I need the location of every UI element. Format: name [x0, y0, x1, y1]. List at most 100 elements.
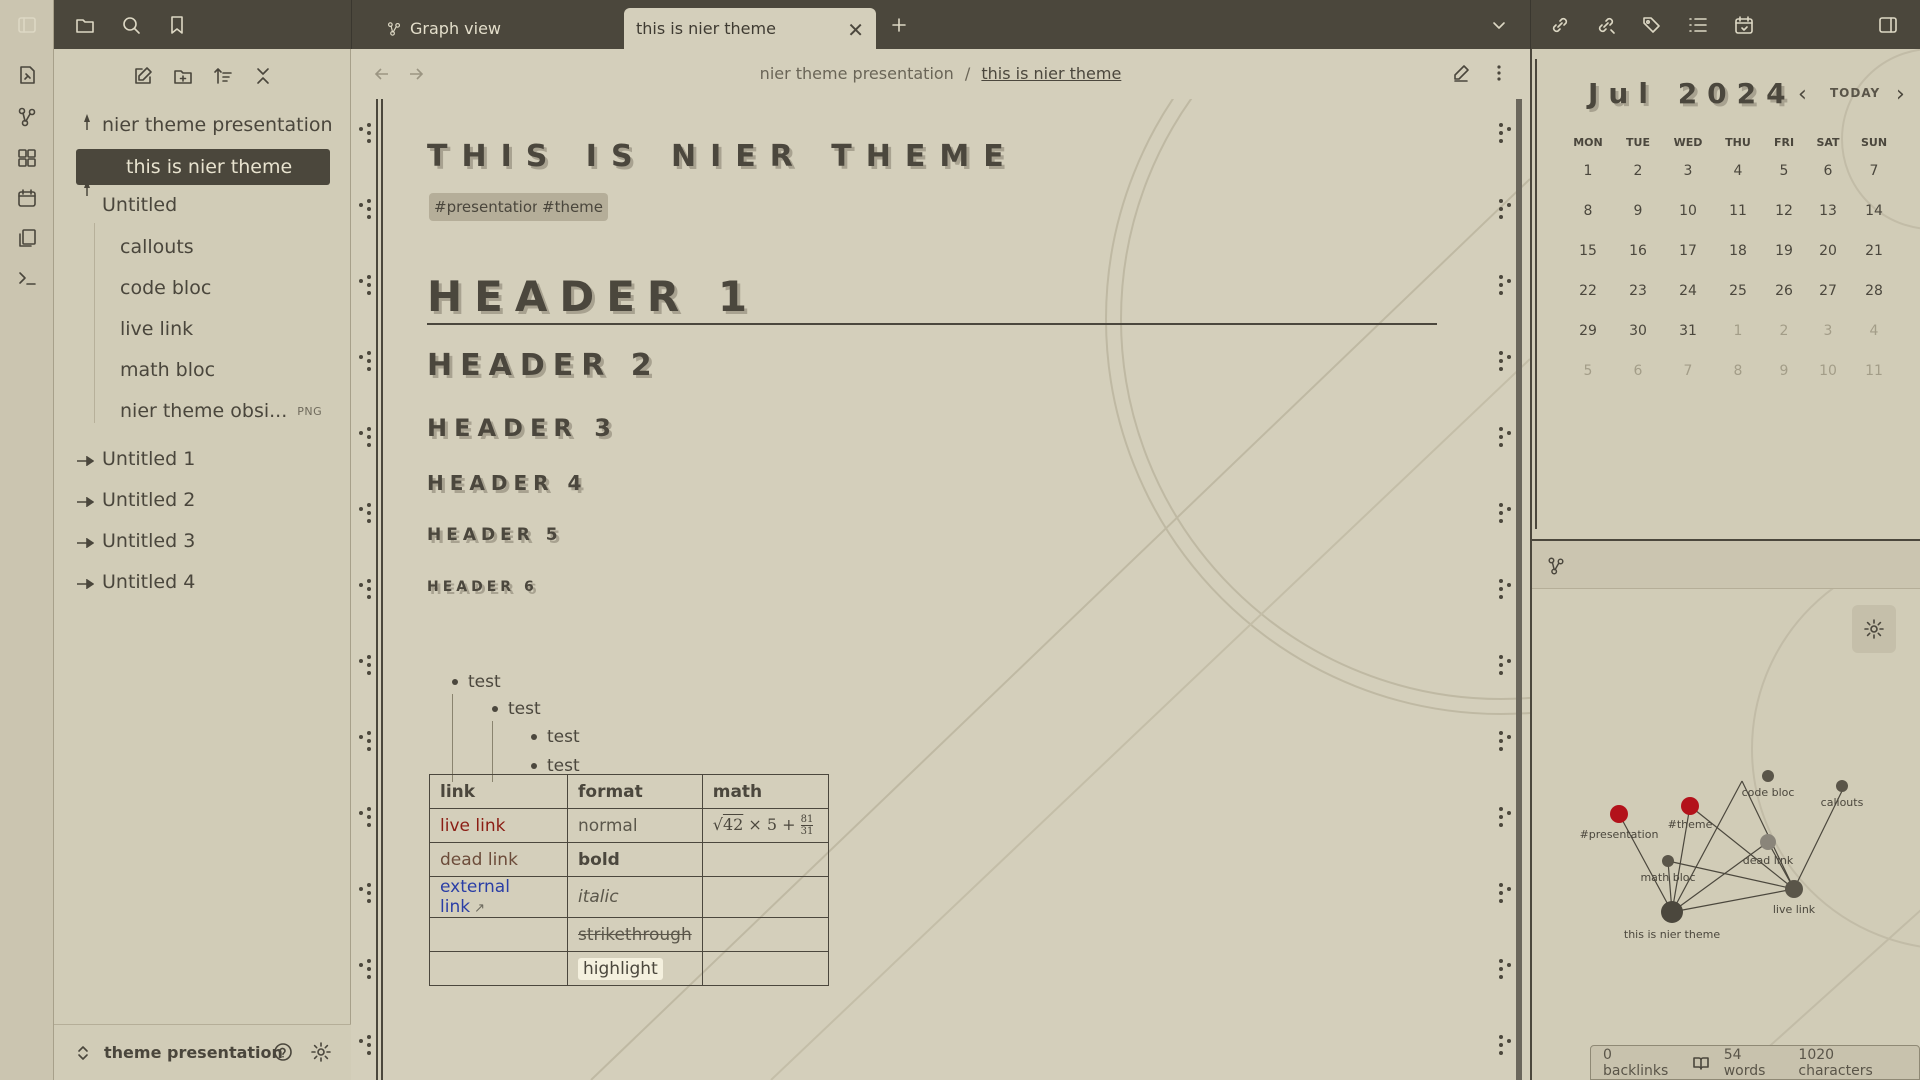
calendar-day[interactable]: 2 — [1762, 323, 1806, 339]
help-icon[interactable] — [272, 1041, 294, 1063]
tag-theme[interactable]: #theme — [537, 193, 609, 221]
calendar-day[interactable]: 30 — [1616, 323, 1660, 339]
calendar-day[interactable]: 11 — [1852, 363, 1896, 379]
collapse-all-icon[interactable] — [250, 63, 276, 89]
calendar-day[interactable]: 5 — [1566, 363, 1610, 379]
toggle-left-sidebar-icon[interactable] — [14, 12, 40, 38]
calendar-today-button[interactable]: TODAY — [1830, 86, 1880, 100]
graph-node[interactable] — [1662, 855, 1674, 867]
graph-node[interactable] — [1762, 770, 1774, 782]
calendar-day[interactable]: 4 — [1852, 323, 1896, 339]
dead-link[interactable]: dead link — [440, 850, 518, 870]
calendar-day[interactable]: 5 — [1762, 163, 1806, 179]
new-folder-icon[interactable] — [170, 63, 196, 89]
vault-chevrons-icon[interactable] — [76, 1045, 90, 1061]
file-this-is-nier-theme[interactable]: this is nier theme — [76, 149, 330, 185]
calendar-icon[interactable] — [1731, 12, 1757, 38]
toggle-right-sidebar-icon[interactable] — [1875, 12, 1901, 38]
reading-view-icon[interactable] — [1692, 1055, 1710, 1071]
templates-icon[interactable] — [14, 225, 40, 251]
tags-icon[interactable] — [1639, 12, 1665, 38]
calendar-day[interactable]: 19 — [1762, 243, 1806, 259]
calendar-day[interactable]: 16 — [1616, 243, 1660, 259]
calendar-day[interactable]: 9 — [1762, 363, 1806, 379]
calendar-day[interactable]: 6 — [1806, 163, 1850, 179]
calendar-prev-icon[interactable]: ‹ — [1798, 82, 1807, 107]
backlink-count[interactable]: 0 backlinks — [1603, 1047, 1678, 1079]
calendar-day[interactable]: 26 — [1762, 283, 1806, 299]
folder-untitled[interactable]: Untitled — [102, 188, 177, 222]
file-nier-theme-obsi[interactable]: nier theme obsi... PNG — [120, 394, 322, 428]
document-scrollbar[interactable] — [1516, 99, 1522, 1080]
new-tab-icon[interactable] — [886, 12, 912, 38]
folder-untitled-4[interactable]: Untitled 4 — [102, 565, 195, 599]
calendar-day[interactable]: 10 — [1666, 203, 1710, 219]
daily-note-icon[interactable] — [14, 185, 40, 211]
files-icon[interactable] — [72, 12, 98, 38]
file-live-link[interactable]: live link — [120, 312, 193, 346]
calendar-day[interactable]: 27 — [1806, 283, 1850, 299]
graph-node[interactable] — [1661, 901, 1683, 923]
file-callouts[interactable]: callouts — [120, 230, 194, 264]
outline-icon[interactable] — [1685, 12, 1711, 38]
calendar-day[interactable]: 25 — [1716, 283, 1760, 299]
note-title[interactable]: THIS IS NIER THEME — [427, 139, 1018, 174]
command-palette-icon[interactable] — [14, 265, 40, 291]
folder-untitled-1[interactable]: Untitled 1 — [102, 442, 195, 476]
open-quick-switcher-icon[interactable] — [14, 62, 40, 88]
close-tab-icon[interactable]: ✕ — [847, 18, 864, 42]
graph-view-icon[interactable] — [14, 104, 40, 130]
folder-untitled-3[interactable]: Untitled 3 — [102, 524, 195, 558]
calendar-day[interactable]: 9 — [1616, 203, 1660, 219]
calendar-day[interactable]: 12 — [1762, 203, 1806, 219]
calendar-day[interactable]: 1 — [1566, 163, 1610, 179]
bookmarks-icon[interactable] — [164, 12, 190, 38]
calendar-day[interactable]: 15 — [1566, 243, 1610, 259]
more-options-icon[interactable] — [1489, 63, 1509, 83]
calendar-day[interactable]: 21 — [1852, 243, 1896, 259]
tab-list-chevron-icon[interactable] — [1486, 12, 1512, 38]
sort-icon[interactable] — [210, 63, 236, 89]
edit-pencil-icon[interactable] — [1451, 63, 1471, 83]
calendar-next-icon[interactable]: › — [1896, 82, 1905, 107]
tab-graph-view[interactable]: Graph view — [372, 8, 632, 49]
calendar-day[interactable]: 17 — [1666, 243, 1710, 259]
calendar-day[interactable]: 13 — [1806, 203, 1850, 219]
calendar-day[interactable]: 3 — [1666, 163, 1710, 179]
file-math-bloc[interactable]: math bloc — [120, 353, 215, 387]
calendar-day[interactable]: 18 — [1716, 243, 1760, 259]
local-graph[interactable]: #presentation #theme code bloc callouts math… — [1532, 589, 1920, 1080]
vault-name[interactable]: theme presentation — [104, 1043, 283, 1062]
graph-node[interactable] — [1760, 834, 1776, 850]
calendar-day[interactable]: 2 — [1616, 163, 1660, 179]
calendar-day[interactable]: 7 — [1852, 163, 1896, 179]
calendar-day[interactable]: 29 — [1566, 323, 1610, 339]
calendar-day[interactable]: 11 — [1716, 203, 1760, 219]
graph-settings-icon[interactable] — [1852, 605, 1896, 653]
calendar-day[interactable]: 31 — [1666, 323, 1710, 339]
calendar-day[interactable]: 8 — [1716, 363, 1760, 379]
calendar-day[interactable]: 24 — [1666, 283, 1710, 299]
calendar-day[interactable]: 6 — [1616, 363, 1660, 379]
calendar-day[interactable]: 1 — [1716, 323, 1760, 339]
canvas-icon[interactable] — [14, 145, 40, 171]
graph-node[interactable] — [1785, 880, 1803, 898]
calendar-day[interactable]: 22 — [1566, 283, 1610, 299]
folder-nier-theme-presentation[interactable]: nier theme presentation — [102, 108, 333, 142]
calendar-day[interactable]: 14 — [1852, 203, 1896, 219]
backlinks-icon[interactable] — [1547, 12, 1573, 38]
breadcrumb-parent[interactable]: nier theme presentation — [760, 64, 954, 83]
calendar-day[interactable]: 23 — [1616, 283, 1660, 299]
graph-node[interactable] — [1681, 797, 1699, 815]
tab-this-is-nier-theme[interactable]: this is nier theme ✕ — [624, 8, 876, 49]
file-code-bloc[interactable]: code bloc — [120, 271, 211, 305]
local-graph-icon[interactable] — [1546, 556, 1566, 576]
calendar-day[interactable]: 28 — [1852, 283, 1896, 299]
new-note-icon[interactable] — [130, 63, 156, 89]
calendar-day[interactable]: 7 — [1666, 363, 1710, 379]
settings-gear-icon[interactable] — [310, 1041, 332, 1063]
calendar-day[interactable]: 4 — [1716, 163, 1760, 179]
calendar-day[interactable]: 20 — [1806, 243, 1850, 259]
graph-node[interactable] — [1836, 780, 1848, 792]
outgoing-links-icon[interactable] — [1593, 12, 1619, 38]
